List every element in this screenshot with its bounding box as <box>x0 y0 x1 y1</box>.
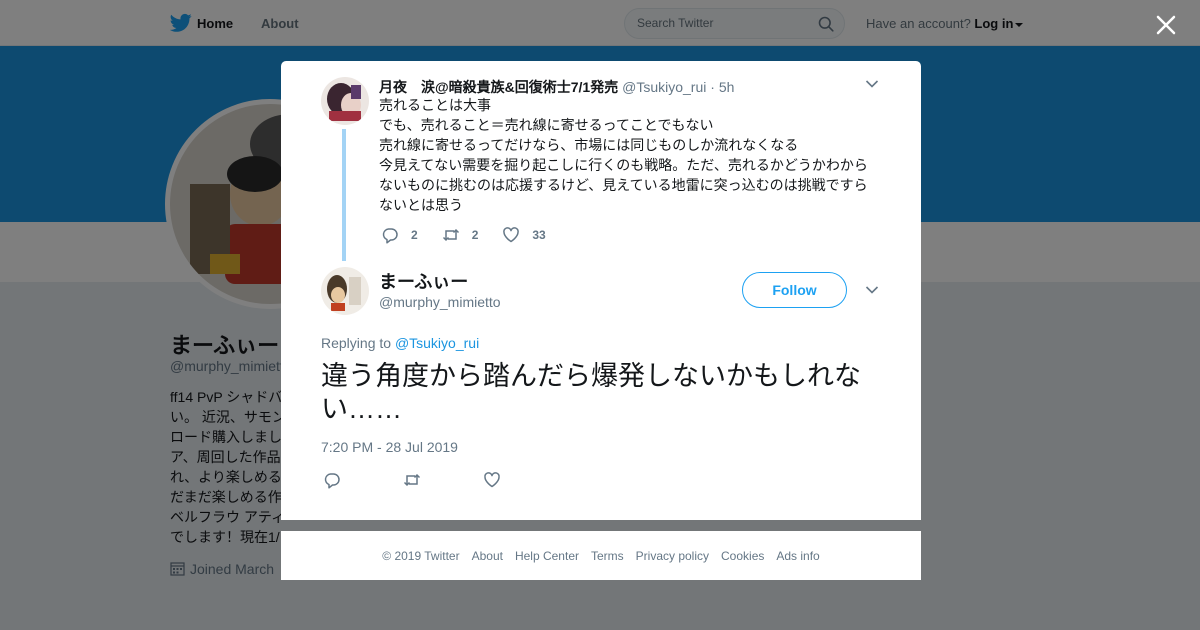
like-button[interactable]: 33 <box>502 226 546 244</box>
heart-icon <box>503 227 520 243</box>
separator-dot: · <box>710 79 715 95</box>
footer: © 2019 Twitter About Help Center Terms P… <box>281 531 921 580</box>
heart-icon[interactable] <box>483 471 501 489</box>
reply-button[interactable]: 2 <box>381 226 418 244</box>
retweet-icon <box>442 228 459 242</box>
follow-button[interactable]: Follow <box>742 272 847 308</box>
tweet-text-line: 今見えてない需要を掘り起こしに行くのも戦略。ただ、売れるかどうかわから <box>379 157 868 173</box>
thread-line <box>342 129 346 261</box>
parent-tweet-avatar[interactable] <box>321 77 369 125</box>
main-tweet-actions <box>323 471 563 489</box>
replying-to-label: Replying to <box>321 335 392 351</box>
footer-copyright: © 2019 Twitter <box>382 548 460 563</box>
tweet-text-line: ないものに挑むのは応援するけど、見えている地雷に突っ込むのは挑戦ですら <box>379 177 868 193</box>
footer-link-cookies[interactable]: Cookies <box>721 549 764 563</box>
tweet-text-line: でも、売れること＝売れ線に寄せるってことでもない <box>379 117 714 133</box>
parent-tweet-header: 月夜 涙@暗殺貴族&回復術士7/1発売 @Tsukiyo_rui · 5h <box>379 77 734 97</box>
reply-icon[interactable] <box>323 471 341 489</box>
replying-to-link[interactable]: @Tsukiyo_rui <box>395 335 479 351</box>
tweet-text-line: ないとは思う <box>379 197 463 213</box>
parent-tweet-text: 売れることは大事 でも、売れること＝売れ線に寄せるってことでもない 売れ線に寄せ… <box>379 95 879 215</box>
close-icon[interactable] <box>1153 12 1179 38</box>
footer-link-ads-info[interactable]: Ads info <box>776 549 819 563</box>
main-tweet-name[interactable]: まーふぃー <box>379 268 468 294</box>
chevron-down-icon[interactable] <box>865 285 879 295</box>
footer-link-about[interactable]: About <box>472 549 503 563</box>
reply-count: 2 <box>411 228 418 242</box>
main-tweet-handle[interactable]: @murphy_mimietto <box>379 294 501 310</box>
main-tweet-text: 違う角度から踏んだら爆発しないかもしれない…… <box>321 361 861 424</box>
main-tweet-avatar[interactable] <box>321 267 369 315</box>
main-tweet-timestamp[interactable]: 7:20 PM - 28 Jul 2019 <box>321 439 458 455</box>
footer-link-privacy-policy[interactable]: Privacy policy <box>636 549 709 563</box>
footer-link-terms[interactable]: Terms <box>591 549 624 563</box>
retweet-button[interactable]: 2 <box>442 226 479 244</box>
reply-icon <box>382 228 398 244</box>
tweet-text-line: 売れることは大事 <box>379 97 491 113</box>
retweet-icon[interactable] <box>403 471 421 489</box>
retweet-count: 2 <box>471 228 479 242</box>
tweet-text-line: 売れ線に寄せるってだけなら、市場には同じものしか流れなくなる <box>379 137 799 153</box>
parent-tweet-name[interactable]: 月夜 涙@暗殺貴族&回復術士7/1発売 <box>379 79 618 95</box>
replying-to: Replying to @Tsukiyo_rui <box>321 335 479 351</box>
tweet-modal: 月夜 涙@暗殺貴族&回復術士7/1発売 @Tsukiyo_rui · 5h 売れ… <box>281 61 921 520</box>
parent-tweet-handle[interactable]: @Tsukiyo_rui <box>622 79 706 95</box>
parent-tweet-actions: 2 2 33 <box>381 226 570 244</box>
like-count: 33 <box>532 228 546 242</box>
parent-tweet-time[interactable]: 5h <box>719 79 735 95</box>
chevron-down-icon[interactable] <box>865 79 879 89</box>
footer-link-help-center[interactable]: Help Center <box>515 549 579 563</box>
